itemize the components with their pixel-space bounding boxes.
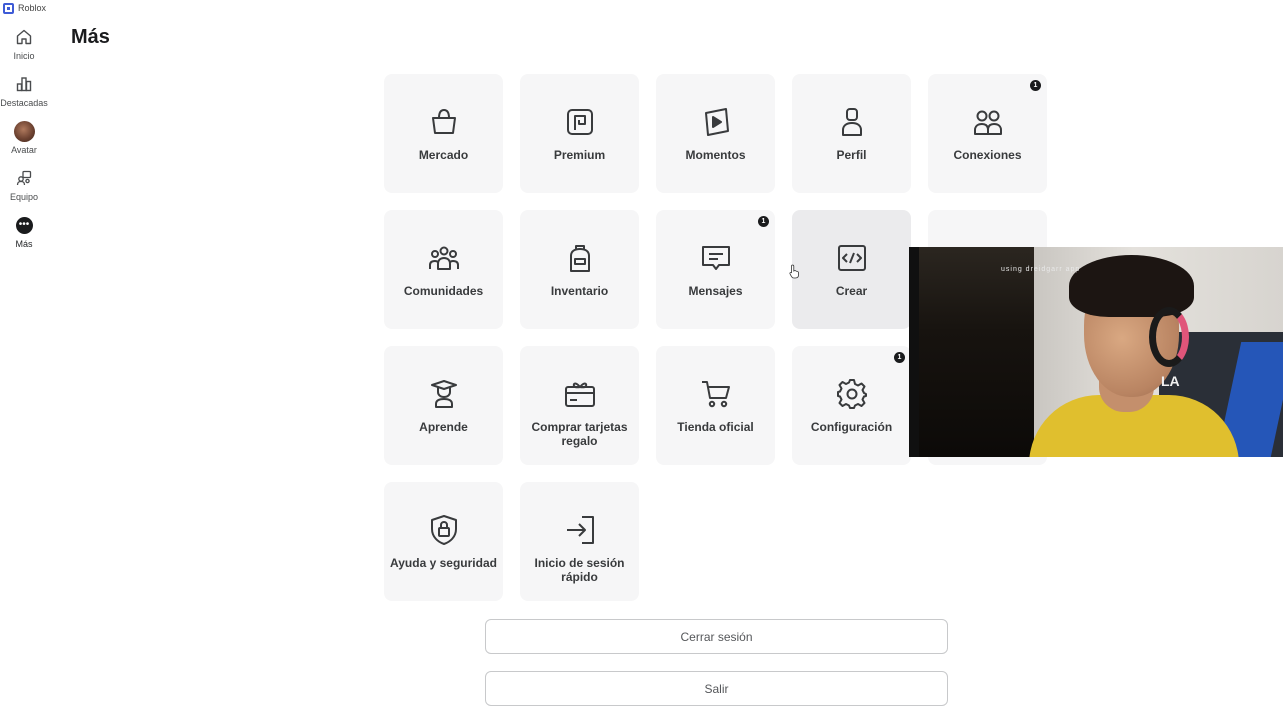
tile-perfil[interactable]: Perfil: [792, 74, 911, 193]
tile-label: Perfil: [836, 148, 867, 162]
headphones-icon: [1149, 307, 1189, 367]
tile-momentos[interactable]: Momentos: [656, 74, 775, 193]
webcam-overlay-text: using dreidgarr app: [1001, 266, 1081, 273]
tile-label: Inventario: [550, 284, 609, 298]
tile-comunidades[interactable]: Comunidades: [384, 210, 503, 329]
party-icon: [13, 167, 35, 189]
tile-label: Aprende: [419, 420, 468, 434]
tile-label: Mercado: [418, 148, 469, 162]
tile-mercado[interactable]: Mercado: [384, 74, 503, 193]
charts-icon: [13, 73, 35, 95]
tile-label: Ayuda y seguridad: [390, 556, 497, 570]
home-icon: [13, 26, 35, 48]
tile-label: Crear: [835, 284, 868, 298]
tile-label: Configuración: [810, 420, 893, 434]
connections-icon: [971, 105, 1005, 139]
app-title: Roblox: [18, 3, 47, 13]
tile-label: Comprar tarjetas regalo: [531, 420, 628, 448]
tile-label: Comunidades: [403, 284, 484, 298]
marketplace-bag-icon: [427, 105, 461, 139]
settings-gear-icon: [835, 377, 869, 411]
gift-card-icon: [563, 377, 597, 411]
quick-login-icon: [563, 513, 597, 547]
sidebar-item-label: Destacadas: [0, 98, 48, 108]
sidebar-item-avatar[interactable]: Avatar: [0, 116, 48, 163]
notification-badge: 1: [758, 216, 769, 227]
communities-icon: [427, 241, 461, 275]
notification-badge: 1: [894, 352, 905, 363]
tile-ayuda-seguridad[interactable]: Ayuda y seguridad: [384, 482, 503, 601]
messages-icon: [699, 241, 733, 275]
exit-button[interactable]: Salir: [485, 671, 948, 706]
more-icon: •••: [13, 214, 35, 236]
tile-label: Tienda oficial: [677, 420, 754, 434]
logout-button[interactable]: Cerrar sesión: [485, 619, 948, 654]
sidebar-item-label: Inicio: [13, 51, 35, 61]
sidebar-item-equipo[interactable]: Equipo: [0, 163, 48, 210]
tile-mensajes[interactable]: 1 Mensajes: [656, 210, 775, 329]
sidebar-item-label: Más: [15, 239, 33, 249]
tile-configuracion[interactable]: 1 Configuración: [792, 346, 911, 465]
tile-inventario[interactable]: Inventario: [520, 210, 639, 329]
avatar: [13, 120, 35, 142]
tile-tarjetas-regalo[interactable]: Comprar tarjetas regalo: [520, 346, 639, 465]
webcam-background-door: [919, 247, 1034, 457]
sidebar-item-mas[interactable]: ••• Más: [0, 210, 48, 257]
tile-aprende[interactable]: Aprende: [384, 346, 503, 465]
profile-icon: [835, 105, 869, 139]
create-code-icon: [835, 241, 869, 275]
more-dots: •••: [15, 216, 33, 234]
title-bar: Roblox: [0, 0, 46, 16]
sidebar-item-destacadas[interactable]: Destacadas: [0, 69, 48, 116]
page-title: Más: [71, 26, 110, 48]
tile-tienda-oficial[interactable]: Tienda oficial: [656, 346, 775, 465]
inventory-backpack-icon: [563, 241, 597, 275]
tile-label: Momentos: [685, 148, 746, 162]
notification-badge: 1: [1030, 80, 1041, 91]
learn-icon: [427, 377, 461, 411]
tile-conexiones[interactable]: 1 Conexiones: [928, 74, 1047, 193]
sidebar-item-label: Equipo: [9, 192, 39, 202]
tile-inicio-sesion-rapido[interactable]: Inicio de sesión rápido: [520, 482, 639, 601]
tile-label: Premium: [553, 148, 606, 162]
sidebar-item-inicio[interactable]: Inicio: [0, 22, 48, 69]
tile-crear[interactable]: Crear: [792, 210, 911, 329]
shopping-cart-icon: [699, 377, 733, 411]
sidebar-item-label: Avatar: [11, 145, 37, 155]
premium-icon: [563, 105, 597, 139]
hand-cursor-icon: [789, 264, 799, 279]
tile-label: Conexiones: [953, 148, 1022, 162]
tile-label: Mensajes: [688, 284, 743, 298]
webcam-shirt-mark: LA: [1161, 373, 1180, 389]
webcam-overlay: using dreidgarr app LA: [909, 247, 1283, 457]
roblox-app: Roblox Inicio Destacadas Avatar Equipo •…: [0, 0, 1283, 720]
moments-play-icon: [699, 105, 733, 139]
sidebar: Inicio Destacadas Avatar Equipo ••• Más: [0, 22, 48, 257]
help-safety-lock-icon: [427, 513, 461, 547]
roblox-logo-icon: [3, 2, 14, 14]
avatar-icon: [13, 120, 35, 142]
tile-premium[interactable]: Premium: [520, 74, 639, 193]
tile-label: Inicio de sesión rápido: [534, 556, 625, 584]
